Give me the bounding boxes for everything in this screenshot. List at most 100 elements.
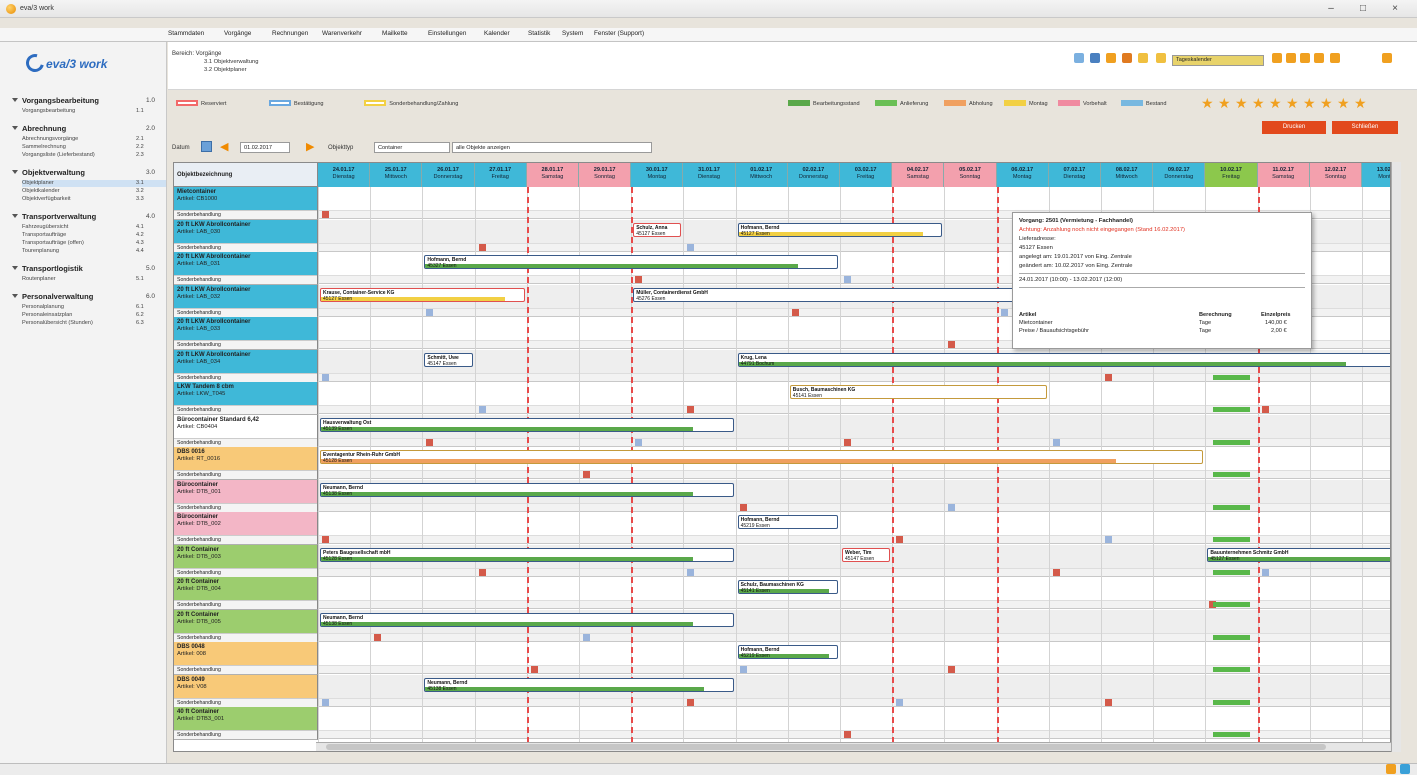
status-marker[interactable] (478, 406, 486, 413)
status-marker[interactable] (1000, 308, 1008, 316)
status-marker[interactable] (687, 568, 695, 576)
status-marker[interactable] (478, 568, 486, 576)
booking-bar[interactable]: Hofmann, Bernd 45219 Essen (737, 645, 838, 659)
resource-row[interactable]: Mietcontainer Artikel: CB1000 Sonderbehand… (174, 187, 318, 220)
booking-bar[interactable]: Bauunternehmen Schmitz GmbH 45127 Essen (1207, 547, 1390, 562)
maximize-icon[interactable]: □ (1356, 3, 1370, 15)
resource-name[interactable]: 20 ft LKW Abrollcontainer Artikel: LAB_03… (174, 252, 317, 275)
status-marker[interactable] (687, 698, 695, 706)
status-marker[interactable] (791, 308, 799, 316)
export-icon[interactable] (1382, 53, 1392, 63)
resource-row[interactable]: 20 ft LKW Abrollcontainer Artikel: LAB_03… (174, 317, 318, 350)
status-marker[interactable] (322, 536, 329, 543)
resource-row[interactable]: 20 ft Container Artikel: DTB_005 Sonderbeh… (174, 609, 318, 642)
status-marker[interactable] (478, 243, 486, 251)
booking-bar[interactable]: Hausverwaltung Ost 45139 Essen (320, 417, 734, 432)
day-column-header[interactable]: 07.02.17 Dienstag (1048, 163, 1101, 187)
sidebar-item[interactable]: Routenplaner 5.1 (22, 276, 166, 283)
resource-name[interactable]: 40 ft Container Artikel: DTB3_001 (174, 707, 317, 730)
expand-triangle-icon[interactable] (12, 266, 18, 270)
day-column-header[interactable]: 30.01.17 Montag (631, 163, 684, 187)
scroll-thumb[interactable] (326, 744, 1326, 750)
booking-bar[interactable]: Hofmann, Bernd 45219 Essen (737, 515, 838, 529)
rating-star-icon[interactable]: ★ (1218, 96, 1232, 110)
date-input[interactable]: 01.02.2017 (240, 142, 290, 153)
day-column-header[interactable]: 10.02.17 Freitag (1205, 163, 1258, 187)
sidebar-item[interactable]: Personaleinsatzplan 6.2 (22, 312, 166, 319)
view-select[interactable]: Tageskalender (1172, 55, 1264, 66)
booking-bar[interactable]: Hofmann, Bernd 45327 Essen (424, 255, 838, 269)
day-column-header[interactable]: 01.02.17 Mittwoch (735, 163, 788, 187)
sidebar-section[interactable]: Vorgangsbearbeitung (12, 96, 99, 105)
status-marker[interactable] (896, 698, 904, 706)
sidebar-item[interactable]: Sammelrechnung 2.2 (22, 144, 166, 151)
prev-day-icon[interactable]: ◀ (220, 141, 230, 153)
vertical-scrollbar[interactable] (1391, 162, 1401, 752)
calendar-picker-icon[interactable] (201, 141, 212, 152)
sidebar-item[interactable]: Objektplaner 3.1 (22, 180, 166, 187)
status-marker[interactable] (322, 211, 329, 218)
rating-star-icon[interactable]: ★ (1269, 96, 1283, 110)
rating-star-icon[interactable]: ★ (1252, 96, 1266, 110)
resource-name[interactable]: Bürocontainer Artikel: DTB_001 (174, 479, 317, 503)
reload-icon[interactable] (1330, 53, 1340, 63)
next-day-icon[interactable]: ▶ (306, 141, 316, 153)
status-marker[interactable] (1105, 536, 1112, 543)
status-marker[interactable] (896, 536, 904, 543)
booking-bar[interactable]: Neumann, Bernd 45138 Essen (424, 677, 734, 692)
info-icon[interactable] (1400, 764, 1410, 774)
rating-star-icon[interactable]: ★ (1320, 96, 1334, 110)
resource-name[interactable]: 20 ft LKW Abrollcontainer Artikel: LAB_03… (174, 284, 317, 308)
resource-row[interactable]: 20 ft Container Artikel: DTB_003 Sonderbeh… (174, 544, 318, 577)
sidebar-section[interactable]: Transportverwaltung (12, 212, 96, 221)
status-marker[interactable] (1261, 568, 1269, 576)
resource-row[interactable]: 20 ft Container Artikel: DTB_004 Sonderbeh… (174, 577, 318, 610)
layers-icon[interactable] (1090, 53, 1100, 63)
refresh-icon[interactable] (1074, 53, 1084, 63)
status-marker[interactable] (1052, 568, 1060, 576)
status-marker[interactable] (687, 243, 695, 251)
status-marker[interactable] (1052, 438, 1060, 446)
booking-bar[interactable]: Schulz, Anna 45127 Essen (633, 222, 682, 237)
resource-row[interactable]: DBS 0048 Artikel: 008 Sonderbehandlung (174, 642, 318, 675)
expand-triangle-icon[interactable] (12, 170, 18, 174)
status-marker[interactable] (948, 503, 956, 511)
rating-star-icon[interactable]: ★ (1303, 96, 1317, 110)
calendar-icon[interactable] (1156, 53, 1166, 63)
expand-triangle-icon[interactable] (12, 98, 18, 102)
nav-first-icon[interactable] (1272, 53, 1282, 63)
menu-item[interactable]: Statistik (528, 30, 550, 40)
resource-name[interactable]: 20 ft Container Artikel: DTB_004 (174, 577, 317, 600)
rating-star-icon[interactable]: ★ (1201, 96, 1215, 110)
rating-star-icon[interactable]: ★ (1337, 96, 1351, 110)
resource-row[interactable]: 20 ft LKW Abrollcontainer Artikel: LAB_03… (174, 349, 318, 382)
close-icon[interactable]: × (1388, 3, 1402, 15)
booking-bar[interactable]: Peters Baugesellschaft mbH 45128 Essen (320, 547, 734, 562)
status-marker[interactable] (1261, 406, 1269, 413)
status-marker[interactable] (530, 666, 538, 673)
rating-star-icon[interactable]: ★ (1235, 96, 1249, 110)
booking-bar[interactable]: Schulz, Baumaschinen KG 45141 Essen (737, 580, 838, 594)
sidebar-item[interactable]: Personalübersicht (Stunden) 6.3 (22, 320, 166, 327)
booking-bar[interactable]: Weber, Tim 45147 Essen (842, 547, 891, 562)
sidebar-section[interactable]: Abrechnung (12, 124, 66, 133)
booking-bar[interactable]: Schmitt, Uwe 45147 Essen (424, 352, 473, 367)
objtype-select[interactable]: Container (374, 142, 450, 153)
status-marker[interactable] (635, 438, 643, 446)
day-column-header[interactable]: 31.01.17 Dienstag (683, 163, 736, 187)
booking-bar[interactable]: Krug, Lena 44791 Bochum (737, 352, 1390, 367)
booking-bar[interactable]: Krause, Container-Service KG 45127 Essen (320, 287, 525, 302)
day-column-header[interactable]: 26.01.17 Donnerstag (422, 163, 475, 187)
scope-select[interactable]: alle Objekte anzeigen (452, 142, 652, 153)
sidebar-item[interactable]: Objektverfügbarkeit 3.3 (22, 196, 166, 203)
menu-item[interactable]: Kalender (484, 30, 510, 40)
menu-item[interactable]: Einstellungen (428, 30, 466, 40)
sidebar-item[interactable]: Fahrzeugübersicht 4.1 (22, 224, 166, 231)
print-icon[interactable] (1122, 53, 1132, 63)
day-column-header[interactable]: 02.02.17 Donnerstag (787, 163, 840, 187)
help-icon[interactable] (1386, 764, 1396, 774)
sidebar-item[interactable]: Objektkalender 3.2 (22, 188, 166, 195)
status-marker[interactable] (322, 698, 329, 706)
sidebar-section[interactable]: Transportlogistik (12, 264, 83, 273)
booking-bar[interactable]: Neumann, Bernd 45138 Essen (320, 612, 734, 627)
